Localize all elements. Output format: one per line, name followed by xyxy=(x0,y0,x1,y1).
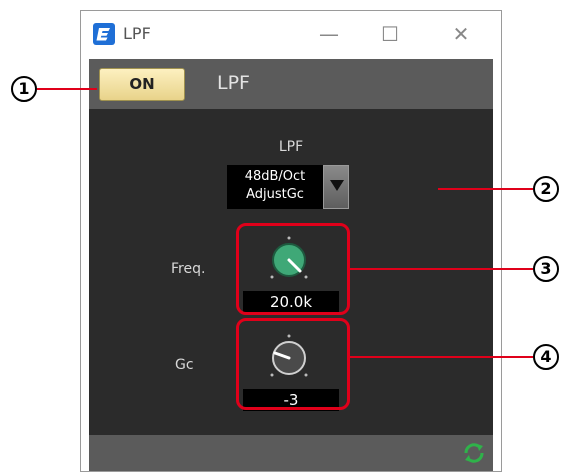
gc-label: Gc xyxy=(175,357,194,373)
filter-type-label: LPF xyxy=(278,139,304,155)
freq-label: Freq. xyxy=(171,261,206,277)
callout-3: 3 xyxy=(533,256,559,282)
window-title: LPF xyxy=(123,24,151,43)
on-button[interactable]: ON xyxy=(99,68,185,101)
filter-type-dropdown[interactable]: 48dB/Oct AdjustGc xyxy=(227,165,323,209)
callout-2: 2 xyxy=(533,176,559,202)
panel-header: ON LPF xyxy=(89,59,493,109)
callout-1-leader xyxy=(37,88,97,90)
callout-2-leader xyxy=(438,188,533,190)
title-bar: LPF — ☐ ✕ xyxy=(81,11,501,59)
maximize-button[interactable]: ☐ xyxy=(370,19,410,49)
filter-type-slope: 48dB/Oct xyxy=(244,169,306,184)
minimize-button[interactable]: — xyxy=(309,19,349,49)
callout-3-leader xyxy=(350,268,533,270)
close-button[interactable]: ✕ xyxy=(441,19,481,49)
callout-4: 4 xyxy=(533,344,559,370)
chevron-down-icon xyxy=(330,180,344,191)
dropdown-arrow-button[interactable] xyxy=(323,165,349,209)
module-title: LPF xyxy=(217,72,250,94)
editor-icon xyxy=(93,23,115,45)
sync-icon[interactable] xyxy=(461,440,487,466)
panel-footer xyxy=(89,435,493,471)
callout-4-leader xyxy=(350,356,533,358)
callout-1: 1 xyxy=(11,76,37,102)
gc-highlight-frame xyxy=(236,318,350,410)
freq-highlight-frame xyxy=(236,223,350,315)
filter-type-mode: AdjustGc xyxy=(246,187,304,202)
